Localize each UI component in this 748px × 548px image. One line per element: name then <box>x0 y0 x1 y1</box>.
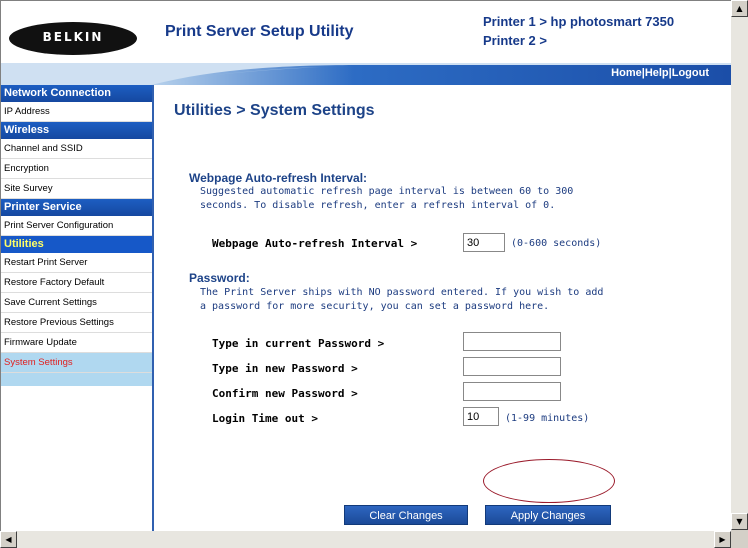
sidebar-head-network: Network Connection <box>1 85 152 102</box>
login-timeout-hint: (1-99 minutes) <box>505 413 590 424</box>
sidebar-item-restore-previous[interactable]: Restore Previous Settings <box>1 313 152 333</box>
vertical-scrollbar[interactable]: ▲ ▼ <box>731 0 748 530</box>
sidebar-head-wireless: Wireless <box>1 122 152 139</box>
sidebar-item-print-server-config[interactable]: Print Server Configuration <box>1 216 152 236</box>
scroll-down-icon[interactable]: ▼ <box>731 513 748 530</box>
sidebar-head-printer: Printer Service <box>1 199 152 216</box>
sidebar-item-site-survey[interactable]: Site Survey <box>1 179 152 199</box>
app-title: Print Server Setup Utility <box>165 23 354 40</box>
current-password-label: Type in current Password > <box>212 337 385 350</box>
password-desc-2: a password for more security, you can se… <box>200 301 550 312</box>
sidebar: Network Connection IP Address Wireless C… <box>1 85 154 531</box>
sidebar-head-utilities: Utilities <box>1 236 152 253</box>
sidebar-item-restore-factory[interactable]: Restore Factory Default <box>1 273 152 293</box>
help-link[interactable]: Help <box>645 67 669 79</box>
confirm-password-label: Confirm new Password > <box>212 387 358 400</box>
horizontal-scrollbar[interactable]: ◀ ▶ <box>0 531 731 548</box>
new-password-label: Type in new Password > <box>212 362 358 375</box>
current-password-input[interactable] <box>463 332 561 351</box>
scrollbar-corner <box>731 531 748 548</box>
new-password-input[interactable] <box>463 357 561 376</box>
sidebar-item-ip-address[interactable]: IP Address <box>1 102 152 122</box>
sidebar-item-channel-ssid[interactable]: Channel and SSID <box>1 139 152 159</box>
sidebar-item-restart[interactable]: Restart Print Server <box>1 253 152 273</box>
refresh-label: Webpage Auto-refresh Interval > <box>212 237 418 250</box>
login-timeout-input[interactable] <box>463 407 499 426</box>
login-timeout-label: Login Time out > <box>212 412 318 425</box>
password-heading: Password: <box>189 271 250 285</box>
printer-2-link[interactable]: Printer 2 > <box>483 33 547 48</box>
sidebar-item-firmware[interactable]: Firmware Update <box>1 333 152 353</box>
refresh-heading: Webpage Auto-refresh Interval: <box>189 171 368 185</box>
refresh-hint: (0-600 seconds) <box>511 238 602 249</box>
sidebar-item-encryption[interactable]: Encryption <box>1 159 152 179</box>
top-nav: Home|Help|Logout <box>611 67 709 79</box>
scroll-up-icon[interactable]: ▲ <box>731 0 748 17</box>
belkin-logo: BELKIN <box>9 22 137 55</box>
printer-1-link[interactable]: Printer 1 > hp photosmart 7350 <box>483 14 674 29</box>
confirm-password-input[interactable] <box>463 382 561 401</box>
scroll-right-icon[interactable]: ▶ <box>714 531 731 548</box>
scroll-left-icon[interactable]: ◀ <box>0 531 17 548</box>
refresh-interval-input[interactable] <box>463 233 505 252</box>
sidebar-active-fill <box>1 373 152 386</box>
browser-viewport: BELKIN Print Server Setup Utility Printe… <box>0 0 731 531</box>
refresh-desc-2: seconds. To disable refresh, enter a ref… <box>200 200 556 211</box>
clear-changes-button[interactable]: Clear Changes <box>344 505 468 525</box>
logout-link[interactable]: Logout <box>672 67 709 79</box>
home-link[interactable]: Home <box>611 67 642 79</box>
apply-changes-button[interactable]: Apply Changes <box>485 505 611 525</box>
refresh-desc-1: Suggested automatic refresh page interva… <box>200 186 574 197</box>
sidebar-item-save-current[interactable]: Save Current Settings <box>1 293 152 313</box>
sidebar-item-system-settings[interactable]: System Settings <box>1 353 152 373</box>
annotation-ellipse <box>483 459 615 503</box>
page-header: BELKIN Print Server Setup Utility Printe… <box>1 1 731 63</box>
password-desc-1: The Print Server ships with NO password … <box>200 287 604 298</box>
page-title: Utilities > System Settings <box>174 102 375 119</box>
